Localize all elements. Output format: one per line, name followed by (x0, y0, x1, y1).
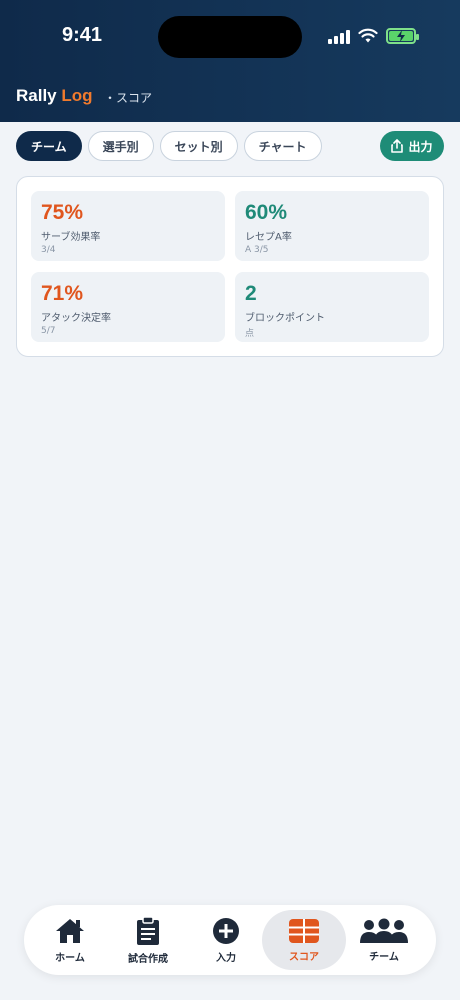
nav-create-match[interactable]: 試合作成 (106, 910, 190, 970)
clipboard-icon (137, 915, 159, 945)
view-tabs: チーム 選手別 セット別 チャート (16, 131, 322, 161)
tab-chart[interactable]: チャート (243, 131, 322, 161)
stat-block: 2 ブロックポイント 点 (235, 272, 429, 342)
page-subtitle: ・スコア (104, 91, 153, 105)
status-time: 9:41 (62, 24, 103, 46)
nav-label: チーム (369, 951, 399, 963)
nav-input[interactable]: 入力 (184, 910, 268, 970)
tab-team[interactable]: チーム (16, 131, 82, 161)
wifi-icon (358, 28, 378, 43)
bottom-nav: ホーム 試合作成 入力 スコア チーム (24, 905, 436, 975)
stat-value: 2 (245, 282, 257, 305)
nav-score[interactable]: スコア (262, 910, 346, 970)
stat-value: 71% (41, 282, 84, 305)
stat-detail: 点 (245, 329, 255, 339)
export-label: 出力 (408, 139, 433, 154)
team-icon (360, 918, 408, 943)
status-icons (328, 28, 419, 44)
app-title: Rally Log (16, 86, 93, 106)
stat-attack: 71% アタック決定率 5/7 (31, 272, 225, 342)
stat-reception: 60% レセプA率 A 3/5 (235, 191, 429, 261)
stat-value: 60% (245, 201, 288, 224)
app-title-rally: Rally (16, 86, 57, 105)
nav-label: スコア (289, 951, 319, 963)
plus-circle-icon (213, 917, 239, 944)
nav-team[interactable]: チーム (342, 910, 426, 970)
cellular-signal-icon (328, 28, 350, 44)
app-header: 9:41 Rally Log ・スコア (0, 0, 460, 122)
battery-icon (386, 28, 419, 44)
stat-label: サーブ効果率 (41, 232, 101, 243)
home-icon (56, 918, 84, 943)
nav-label: ホーム (55, 952, 85, 964)
stat-detail: 3/4 (41, 245, 56, 255)
stat-label: アタック決定率 (41, 313, 111, 324)
stat-detail: 5/7 (41, 326, 56, 336)
dynamic-island (158, 16, 302, 58)
stat-detail: A 3/5 (245, 245, 269, 255)
tab-players[interactable]: 選手別 (87, 131, 154, 161)
scoreboard-icon (289, 918, 319, 943)
charging-bolt-icon (397, 30, 405, 42)
nav-label: 試合作成 (128, 953, 168, 965)
share-icon (391, 139, 404, 153)
stat-label: レセプA率 (245, 232, 292, 243)
stat-serve: 75% サーブ効果率 3/4 (31, 191, 225, 261)
app-title-log: Log (61, 86, 93, 105)
team-stats-card: 75% サーブ効果率 3/4 60% レセプA率 A 3/5 71% アタック決… (16, 176, 444, 357)
export-button[interactable]: 出力 (380, 131, 444, 161)
stat-label: ブロックポイント (245, 313, 325, 324)
nav-home[interactable]: ホーム (28, 910, 112, 970)
stat-value: 75% (41, 201, 84, 224)
tab-sets[interactable]: セット別 (159, 131, 238, 161)
nav-label: 入力 (216, 952, 236, 964)
